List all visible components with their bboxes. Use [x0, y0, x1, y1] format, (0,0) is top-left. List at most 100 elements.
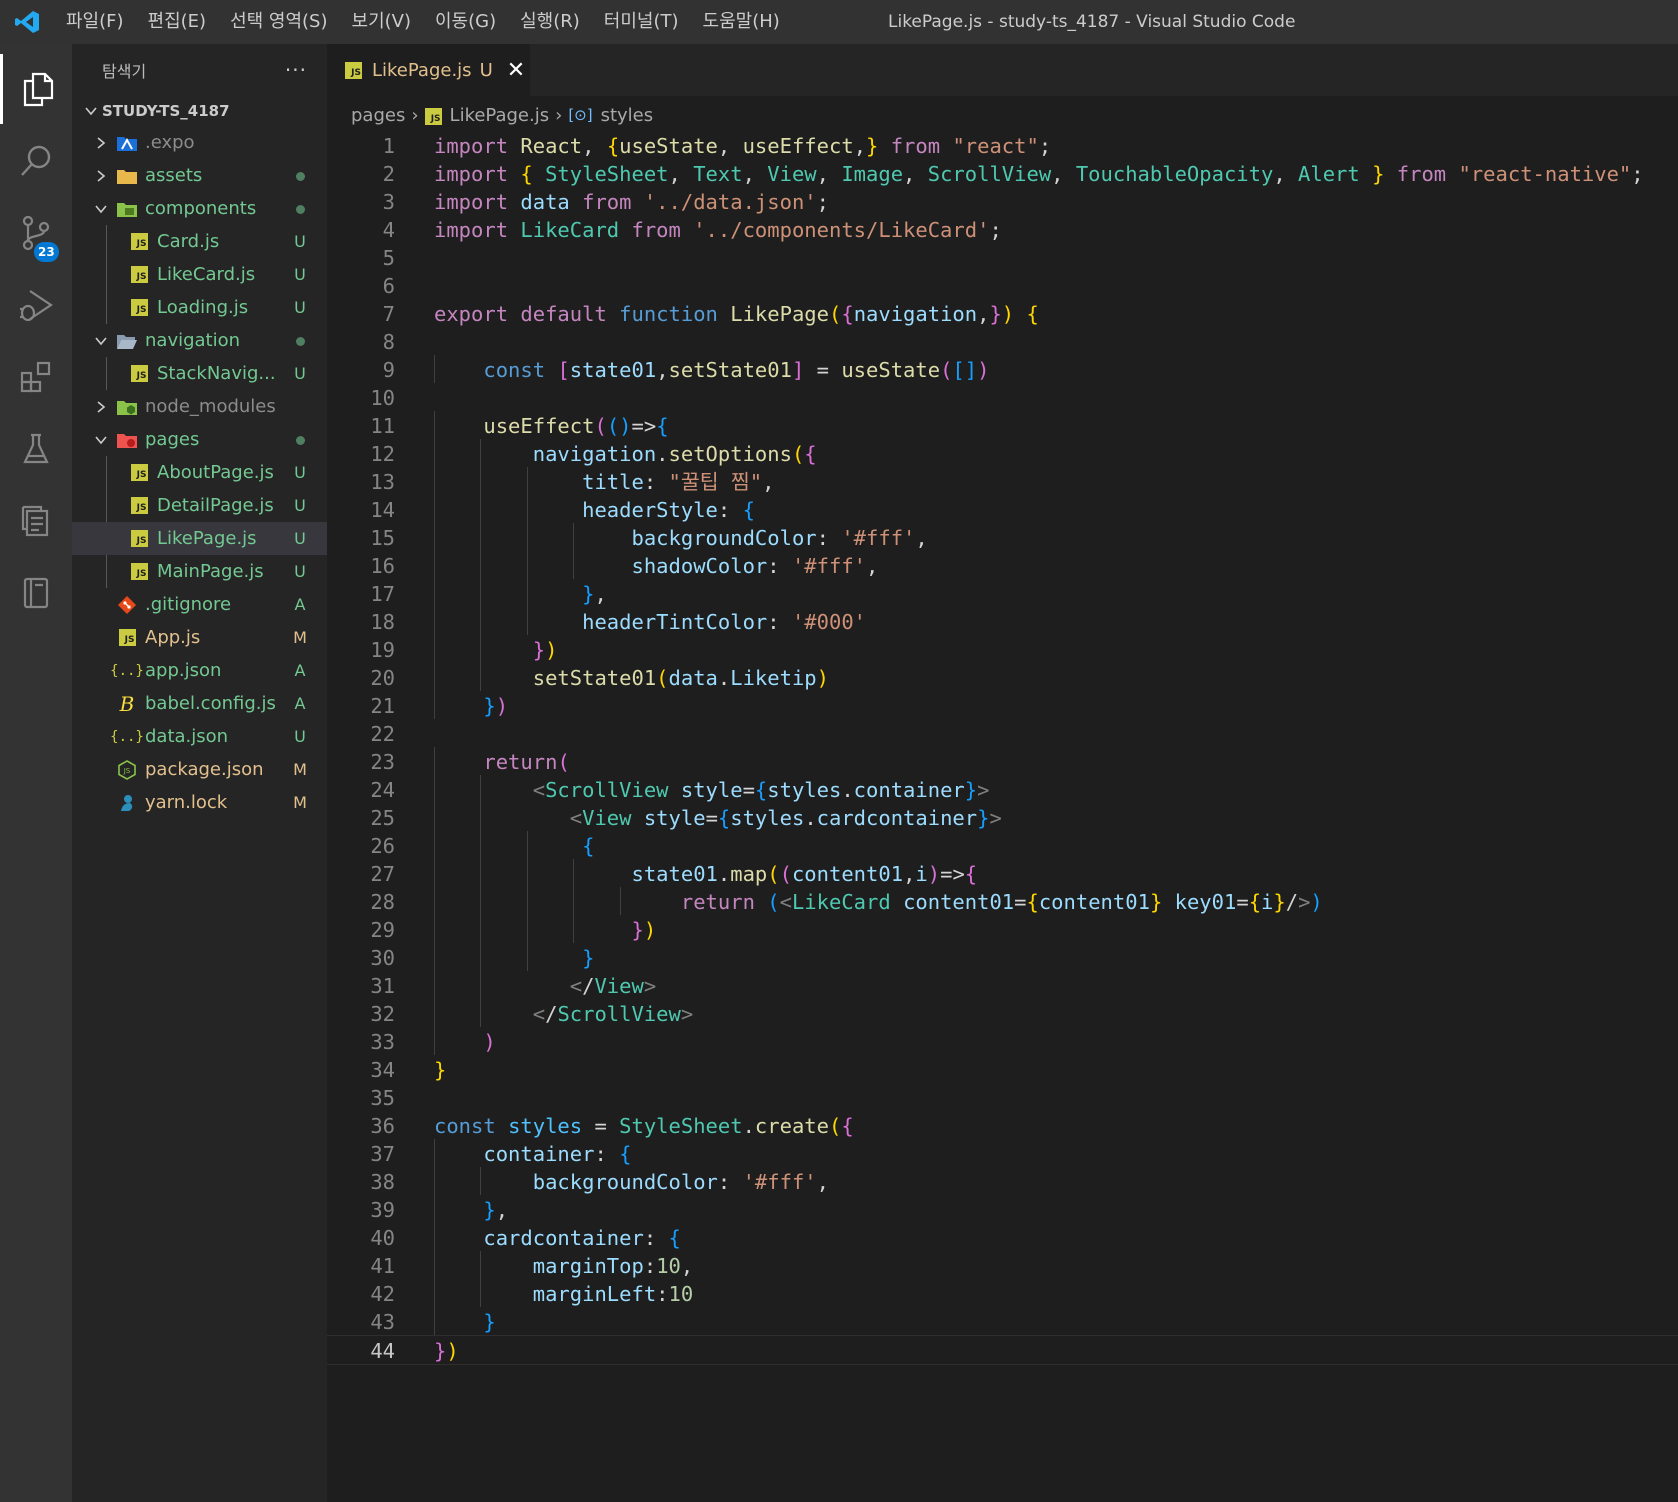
- indent-guide: [480, 579, 482, 607]
- line-number: 41: [370, 1254, 395, 1278]
- file-yarn-lock[interactable]: yarn.lock M: [72, 786, 327, 819]
- code-line[interactable]: 43 }: [327, 1307, 1678, 1337]
- file-loading-js[interactable]: JS Loading.js U: [72, 291, 327, 324]
- code-line[interactable]: 2 import { StyleSheet, Text, View, Image,…: [327, 159, 1678, 189]
- code-line[interactable]: 30 }: [327, 943, 1678, 973]
- close-icon[interactable]: ✕: [507, 58, 525, 83]
- code-line[interactable]: 1 import React, {useState, useEffect,} fr…: [327, 131, 1678, 161]
- code-line[interactable]: 37 container: {: [327, 1139, 1678, 1169]
- code-line[interactable]: 35: [327, 1083, 1678, 1113]
- code-line[interactable]: 19 }): [327, 635, 1678, 665]
- file-babel-config-js[interactable]: B babel.config.js A: [72, 687, 327, 720]
- code-line[interactable]: 29 }): [327, 915, 1678, 945]
- code-line[interactable]: 8: [327, 327, 1678, 357]
- code-line[interactable]: 3 import data from '../data.json';: [327, 187, 1678, 217]
- menu-go[interactable]: 이동(G): [423, 0, 508, 44]
- code-line[interactable]: 15 backgroundColor: '#fff',: [327, 523, 1678, 553]
- code-line[interactable]: 11 useEffect(()=>{: [327, 411, 1678, 441]
- file-detailpage-js[interactable]: JS DetailPage.js U: [72, 489, 327, 522]
- code-line[interactable]: 13 title: "꿀팁 찜",: [327, 467, 1678, 497]
- components-folder-icon: [116, 198, 138, 220]
- code-line[interactable]: 6: [327, 271, 1678, 301]
- code-line[interactable]: 44}): [327, 1335, 1678, 1365]
- code-line[interactable]: 42 marginLeft:10: [327, 1279, 1678, 1309]
- menu-view[interactable]: 보기(V): [340, 0, 423, 44]
- breadcrumb-pages[interactable]: pages: [351, 105, 405, 126]
- code-line[interactable]: 33 ): [327, 1027, 1678, 1057]
- menu-selection[interactable]: 선택 영역(S): [218, 0, 339, 44]
- code-line[interactable]: 16 shadowColor: '#fff',: [327, 551, 1678, 581]
- file-mainpage-js[interactable]: JS MainPage.js U: [72, 555, 327, 588]
- code-line[interactable]: 41 marginTop:10,: [327, 1251, 1678, 1281]
- search-icon[interactable]: [0, 126, 72, 196]
- extensions-icon[interactable]: [0, 342, 72, 412]
- notebook-icon[interactable]: [0, 558, 72, 628]
- code-line[interactable]: 39 },: [327, 1195, 1678, 1225]
- code-line[interactable]: 31 </View>: [327, 971, 1678, 1001]
- symbol-variable-icon: [⊙]: [568, 106, 593, 124]
- folder-expo[interactable]: .expo: [72, 126, 327, 159]
- folder-assets[interactable]: assets: [72, 159, 327, 192]
- testing-icon[interactable]: [0, 414, 72, 484]
- file-stacknavigator-js[interactable]: JS StackNavig... U: [72, 357, 327, 390]
- code-line[interactable]: 28 return (<LikeCard content01={content0…: [327, 887, 1678, 917]
- code-line[interactable]: 25 <View style={styles.cardcontainer}>: [327, 803, 1678, 833]
- file-label: MainPage.js: [157, 561, 264, 582]
- folder-components[interactable]: components: [72, 192, 327, 225]
- file-likepage-js[interactable]: JS LikePage.js U: [72, 522, 327, 555]
- code-line[interactable]: 22: [327, 719, 1678, 749]
- file-aboutpage-js[interactable]: JS AboutPage.js U: [72, 456, 327, 489]
- code-line[interactable]: 21 }): [327, 691, 1678, 721]
- menu-file[interactable]: 파일(F): [54, 0, 136, 44]
- git-status: U: [294, 265, 306, 284]
- code-line[interactable]: 12 navigation.setOptions({: [327, 439, 1678, 469]
- code-line[interactable]: 38 backgroundColor: '#fff',: [327, 1167, 1678, 1197]
- menu-terminal[interactable]: 터미널(T): [592, 0, 691, 44]
- code-line[interactable]: 5: [327, 243, 1678, 273]
- git-status: U: [294, 463, 306, 482]
- tab-likepage-js[interactable]: JS LikePage.js U ✕: [327, 44, 530, 96]
- menu-edit[interactable]: 편집(E): [136, 0, 219, 44]
- code-line[interactable]: 10: [327, 383, 1678, 413]
- code-line[interactable]: 26 {: [327, 831, 1678, 861]
- menu-run[interactable]: 실행(R): [508, 0, 592, 44]
- file-data-json[interactable]: {..} data.json U: [72, 720, 327, 753]
- source-control-icon[interactable]: 23: [0, 198, 72, 268]
- file-package-json[interactable]: JS package.json M: [72, 753, 327, 786]
- remote-explorer-icon[interactable]: [0, 486, 72, 556]
- menu-help[interactable]: 도움말(H): [691, 0, 792, 44]
- file-card-js[interactable]: JS Card.js U: [72, 225, 327, 258]
- code-line[interactable]: 14 headerStyle: {: [327, 495, 1678, 525]
- folder-pages[interactable]: pages: [72, 423, 327, 456]
- code-line[interactable]: 36 const styles = StyleSheet.create({: [327, 1111, 1678, 1141]
- code-line[interactable]: 40 cardcontainer: {: [327, 1223, 1678, 1253]
- folder-navigation[interactable]: navigation: [72, 324, 327, 357]
- file-likecard-js[interactable]: JS LikeCard.js U: [72, 258, 327, 291]
- code-line[interactable]: 27 state01.map((content01,i)=>{: [327, 859, 1678, 889]
- file-app-json[interactable]: {..} app.json A: [72, 654, 327, 687]
- code-line[interactable]: 9 const [state01,setState01] = useState(…: [327, 355, 1678, 385]
- code-line[interactable]: 23 return(: [327, 747, 1678, 777]
- code-line[interactable]: 34}: [327, 1055, 1678, 1085]
- code-line[interactable]: 17 },: [327, 579, 1678, 609]
- indent-guide: [434, 971, 435, 999]
- code-line[interactable]: 4 import LikeCard from '../components/Lik…: [327, 215, 1678, 245]
- code-line[interactable]: 24 <ScrollView style={styles.container}>: [327, 775, 1678, 805]
- code-line[interactable]: 20 setState01(data.Liketip): [327, 663, 1678, 693]
- code-line[interactable]: 18 headerTintColor: '#000': [327, 607, 1678, 637]
- breadcrumb-file[interactable]: LikePage.js: [450, 105, 550, 126]
- more-actions-icon[interactable]: ···: [285, 58, 307, 82]
- code-line[interactable]: 32 </ScrollView>: [327, 999, 1678, 1029]
- folder-node-modules[interactable]: node_modules: [72, 390, 327, 423]
- explorer-icon[interactable]: [0, 54, 72, 124]
- file-gitignore[interactable]: .gitignore A: [72, 588, 327, 621]
- code-editor[interactable]: 1 import React, {useState, useEffect,} fr…: [327, 131, 1678, 1502]
- run-debug-icon[interactable]: [0, 270, 72, 340]
- code-text: title: "꿀팁 찜",: [582, 470, 775, 494]
- breadcrumb-symbol[interactable]: styles: [601, 105, 654, 126]
- root-folder[interactable]: STUDY-TS_4187: [72, 96, 327, 126]
- code-line[interactable]: 7 export default function LikePage({navig…: [327, 299, 1678, 329]
- file-app-js[interactable]: JS App.js M: [72, 621, 327, 654]
- indent-guide: [480, 887, 482, 915]
- line-number: 33: [370, 1030, 395, 1054]
